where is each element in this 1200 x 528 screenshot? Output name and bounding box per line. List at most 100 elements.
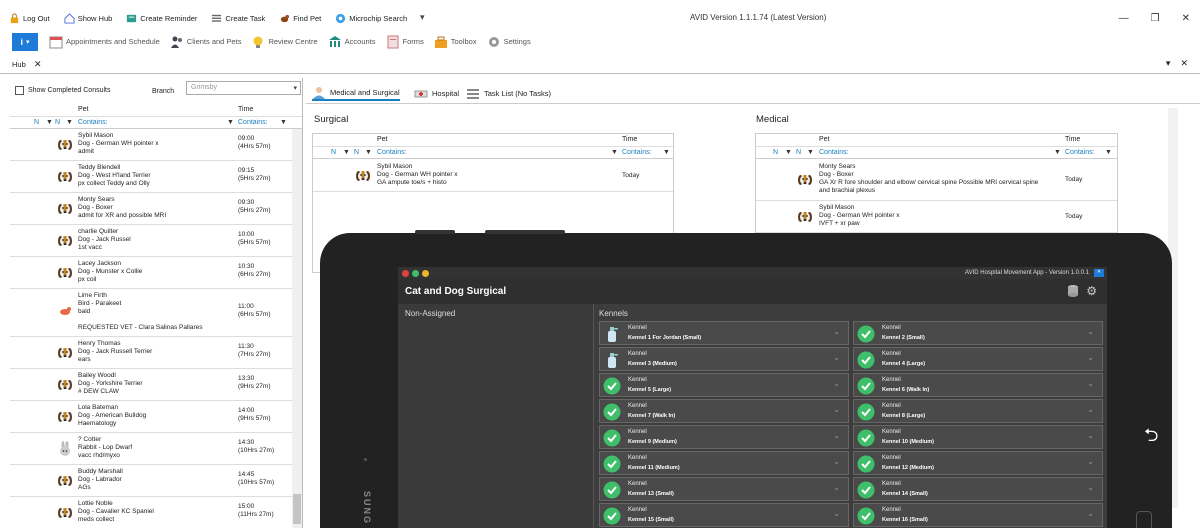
chevron-down-icon[interactable]: ⌄: [833, 353, 840, 362]
filter-icon[interactable]: ▼: [1105, 149, 1112, 156]
filter-contains-pet[interactable]: Contains:: [78, 119, 108, 126]
chevron-down-icon[interactable]: ⌄: [1087, 327, 1094, 336]
filter-icon[interactable]: ▼: [280, 119, 287, 126]
column-header-time[interactable]: Time: [238, 106, 253, 113]
kennel-card[interactable]: Kennel Kennel 11 (Medium) ⌄: [599, 451, 849, 475]
filter-contains-time[interactable]: Contains:: [238, 119, 268, 126]
filter-n1[interactable]: N: [331, 149, 336, 156]
quick-access-dropdown[interactable]: ▾: [420, 12, 425, 23]
tab-hub[interactable]: Hub: [12, 60, 26, 69]
consult-row[interactable]: Teddy Blendell Dog - West H'land Terrier…: [10, 161, 302, 193]
close-icon[interactable]: ✕: [1094, 269, 1104, 277]
ribbon-toolbox[interactable]: Toolbox: [429, 28, 482, 55]
chevron-down-icon[interactable]: ▾: [1166, 58, 1171, 69]
consult-row[interactable]: Buddy Marshall Dog - Labrador AGs 14:45 …: [10, 465, 302, 497]
ribbon-review-centre[interactable]: Review Centre: [246, 28, 322, 55]
consult-row[interactable]: charlie Quilter Dog - Jack Russel 1st va…: [10, 225, 302, 257]
filter-contains-time[interactable]: Contains:: [622, 149, 652, 156]
medical-row[interactable]: Monty Sears Dog - Boxer GA Xr R fore sho…: [756, 160, 1117, 201]
filter-icon[interactable]: ▼: [663, 149, 670, 156]
close-icon[interactable]: ✕: [34, 59, 42, 70]
close-dot-icon[interactable]: [402, 270, 409, 277]
chevron-down-icon[interactable]: ⌄: [833, 379, 840, 388]
chevron-down-icon[interactable]: ⌄: [1087, 379, 1094, 388]
chevron-down-icon[interactable]: ⌄: [833, 327, 840, 336]
tablet-home-button[interactable]: [1136, 511, 1152, 528]
chevron-down-icon[interactable]: ⌄: [833, 483, 840, 492]
quick-access-show-hub[interactable]: Show Hub: [55, 10, 118, 27]
tab-task-list[interactable]: Task List (No Tasks): [466, 85, 551, 101]
consult-row[interactable]: Lottie Noble Dog - Cavalier KC Spaniel m…: [10, 497, 302, 528]
app-menu-button[interactable]: i ▾: [12, 32, 38, 51]
kennel-card[interactable]: Kennel Kennel 9 (Medium) ⌄: [599, 425, 849, 449]
kennel-card[interactable]: Kennel Kennel 12 (Medium) ⌄: [853, 451, 1103, 475]
filter-n2[interactable]: N: [796, 149, 801, 156]
kennel-card[interactable]: Kennel Kennel 7 (Walk In) ⌄: [599, 399, 849, 423]
quick-access-create-task[interactable]: Create Task: [202, 10, 270, 27]
medical-row[interactable]: Sybil Mason Dog - German WH pointer x IV…: [756, 201, 1117, 233]
kennel-card[interactable]: Kennel Kennel 13 (Small) ⌄: [599, 477, 849, 501]
column-header-pet[interactable]: Pet: [78, 106, 89, 113]
filter-n2[interactable]: N: [354, 149, 359, 156]
kennel-card[interactable]: Kennel Kennel 3 (Medium) ⌄: [599, 347, 849, 371]
kennel-card[interactable]: Kennel Kennel 2 (Small) ⌄: [853, 321, 1103, 345]
filter-n2[interactable]: N: [55, 119, 60, 126]
filter-icon[interactable]: ▼: [343, 149, 350, 156]
checkbox-icon[interactable]: [15, 86, 24, 95]
back-icon[interactable]: ⮌: [1144, 423, 1158, 453]
consult-row[interactable]: Bailey Woodl Dog - Yorkshire Terrier # D…: [10, 369, 302, 401]
database-icon[interactable]: [1066, 284, 1080, 298]
kennel-card[interactable]: Kennel Kennel 1 For Jordan (Small) ⌄: [599, 321, 849, 345]
quick-access-log-out[interactable]: Log Out: [0, 10, 55, 27]
scroll-thumb[interactable]: [293, 494, 301, 524]
vertical-scrollbar[interactable]: [292, 129, 302, 528]
consult-row[interactable]: ? Cotter Rabbit - Lop Dwarf vacc rhd/myx…: [10, 433, 302, 465]
branch-select[interactable]: Grimsby ▾: [186, 81, 301, 95]
minimize-icon[interactable]: —: [1119, 13, 1129, 24]
kennel-card[interactable]: Kennel Kennel 15 (Small) ⌄: [599, 503, 849, 527]
filter-contains-pet[interactable]: Contains:: [819, 149, 849, 156]
ribbon-accounts[interactable]: Accounts: [323, 28, 381, 55]
chevron-down-icon[interactable]: ⌄: [833, 431, 840, 440]
ribbon-clients-and-pets[interactable]: Clients and Pets: [165, 28, 247, 55]
ribbon-settings[interactable]: Settings: [482, 28, 536, 55]
filter-icon[interactable]: ▼: [785, 149, 792, 156]
maximize-dot-icon[interactable]: [412, 270, 419, 277]
chevron-down-icon[interactable]: ⌄: [1087, 509, 1094, 518]
filter-icon[interactable]: ▼: [807, 149, 814, 156]
filter-icon[interactable]: ▼: [46, 119, 53, 126]
chevron-down-icon[interactable]: ⌄: [1087, 431, 1094, 440]
consult-row[interactable]: Lola Bateman Dog - American Bulldog Haem…: [10, 401, 302, 433]
chevron-down-icon[interactable]: ⌄: [1087, 353, 1094, 362]
chevron-down-icon[interactable]: ⌄: [833, 405, 840, 414]
chevron-down-icon[interactable]: ⌄: [1087, 457, 1094, 466]
kennel-card[interactable]: Kennel Kennel 14 (Small) ⌄: [853, 477, 1103, 501]
kennel-card[interactable]: Kennel Kennel 5 (Large) ⌄: [599, 373, 849, 397]
consult-row[interactable]: Sybil Mason Dog - German WH pointer x ad…: [10, 129, 302, 161]
kennel-card[interactable]: Kennel Kennel 8 (Large) ⌄: [853, 399, 1103, 423]
quick-access-microchip-search[interactable]: Microchip Search: [326, 10, 412, 27]
chevron-down-icon[interactable]: ⌄: [1087, 405, 1094, 414]
filter-icon[interactable]: ▼: [365, 149, 372, 156]
kennel-card[interactable]: Kennel Kennel 16 (Small) ⌄: [853, 503, 1103, 527]
filter-n1[interactable]: N: [34, 119, 39, 126]
consult-row[interactable]: Monty Sears Dog - Boxer admit for XR and…: [10, 193, 302, 225]
kennel-card[interactable]: Kennel Kennel 10 (Medium) ⌄: [853, 425, 1103, 449]
close-icon[interactable]: ✕: [1182, 13, 1190, 24]
kennel-card[interactable]: Kennel Kennel 6 (Walk In) ⌄: [853, 373, 1103, 397]
filter-icon[interactable]: ▼: [227, 119, 234, 126]
consult-row[interactable]: Lime Firth Bird - Parakeet bald REQUESTE…: [10, 289, 302, 337]
filter-icon[interactable]: ▼: [611, 149, 618, 156]
ribbon-appointments-and-schedule[interactable]: Appointments and Schedule: [44, 28, 165, 55]
column-header-pet[interactable]: Pet: [377, 136, 388, 143]
filter-icon[interactable]: ▼: [1054, 149, 1061, 156]
consult-row[interactable]: Henry Thomas Dog - Jack Russell Terrier …: [10, 337, 302, 369]
filter-contains-time[interactable]: Contains:: [1065, 149, 1095, 156]
minimize-dot-icon[interactable]: [422, 270, 429, 277]
filter-contains-pet[interactable]: Contains:: [377, 149, 407, 156]
maximize-icon[interactable]: ❐: [1151, 13, 1160, 24]
filter-n1[interactable]: N: [773, 149, 778, 156]
surgical-row[interactable]: Sybil Mason Dog - German WH pointer x GA…: [313, 160, 673, 192]
filter-icon[interactable]: ▼: [66, 119, 73, 126]
tab-hospital[interactable]: Hospital: [414, 85, 459, 101]
